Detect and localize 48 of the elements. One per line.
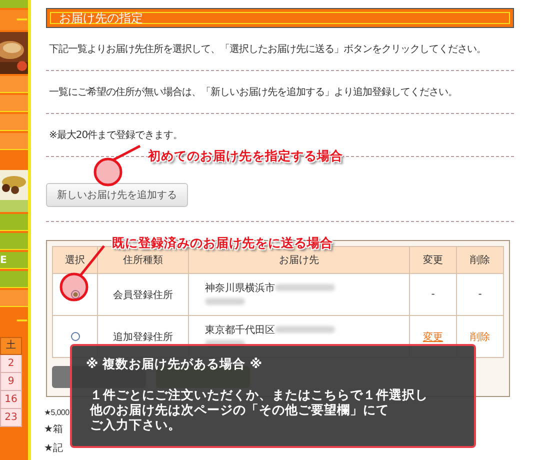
sidebar-menu-item[interactable] — [0, 95, 28, 112]
radio-button[interactable] — [70, 332, 80, 341]
sidebar-menu-item[interactable] — [0, 114, 28, 131]
sidebar-heading: ー — [15, 313, 28, 330]
popup-text: 他のお届け先は次ページの「その他ご要望欄」にて — [90, 402, 390, 417]
address-text: 神奈川県横浜市 — [205, 282, 275, 294]
sidebar-menu-item[interactable] — [0, 214, 28, 231]
instruction-text: ※最大20件まで登録できます。 — [49, 130, 183, 141]
calendar-day[interactable]: 2 — [0, 355, 22, 373]
note-text: ★5,000 — [44, 407, 70, 419]
edit-link[interactable]: 変更 — [423, 332, 443, 342]
redacted-text — [205, 298, 245, 305]
calendar-day[interactable]: 9 — [0, 373, 22, 391]
sidebar-heading: ー — [0, 10, 28, 30]
column-header: 選択 — [52, 246, 98, 274]
sidebar-menu-item[interactable] — [0, 233, 28, 250]
calendar-weekday: 土 — [0, 337, 22, 355]
table-cell: 会員登録住所 — [113, 290, 173, 300]
column-header: 削除 — [456, 246, 504, 274]
calendar-day[interactable]: 16 — [0, 391, 22, 409]
redacted-text — [275, 284, 335, 291]
popup-text: １件ごとにご注文いただくか、またはこちらで１件選択し — [90, 387, 429, 402]
sidebar-bar — [0, 0, 28, 8]
add-address-button[interactable]: 新しいお届け先を追加する — [46, 183, 188, 207]
sidebar-menu-item[interactable]: E — [0, 252, 28, 269]
popup-text: ご入力下さい。 — [90, 417, 182, 432]
table-cell: - — [478, 289, 482, 300]
redacted-text — [275, 326, 335, 333]
calendar-day[interactable]: 23 — [0, 409, 22, 427]
popup-title: ※ 複数お届け先がある場合 ※ — [86, 356, 262, 373]
column-header: 変更 — [410, 246, 456, 274]
sidebar-menu-item[interactable] — [0, 271, 28, 288]
table-cell: - — [431, 289, 435, 300]
callout-pointer — [60, 245, 105, 302]
sidebar-menu-item[interactable] — [0, 133, 28, 150]
instruction-text: 一覧にご希望の住所が無い場合は、「新しいお届け先を追加する」より追加登録してください。 — [49, 87, 458, 98]
instruction-text: 下記一覧よりお届け先住所を選択して、「選択したお届け先に送る」ボタンをクリックしてください。 — [49, 44, 486, 55]
address-text: 東京都千代田区 — [205, 324, 275, 336]
note-text: ★箱 — [44, 423, 63, 437]
note-text: ★記 — [44, 442, 63, 456]
radio-button[interactable] — [70, 290, 80, 299]
section-title: お届け先の指定 — [59, 10, 143, 26]
callout-pointer — [94, 144, 141, 186]
delete-link[interactable]: 削除 — [470, 332, 490, 342]
sidebar-menu-item[interactable] — [0, 290, 28, 307]
sidebar-menu-item[interactable] — [0, 76, 28, 93]
callout-label: 初めてのお届け先を指定する場合 — [148, 148, 343, 165]
table-cell: 追加登録住所 — [113, 332, 173, 342]
